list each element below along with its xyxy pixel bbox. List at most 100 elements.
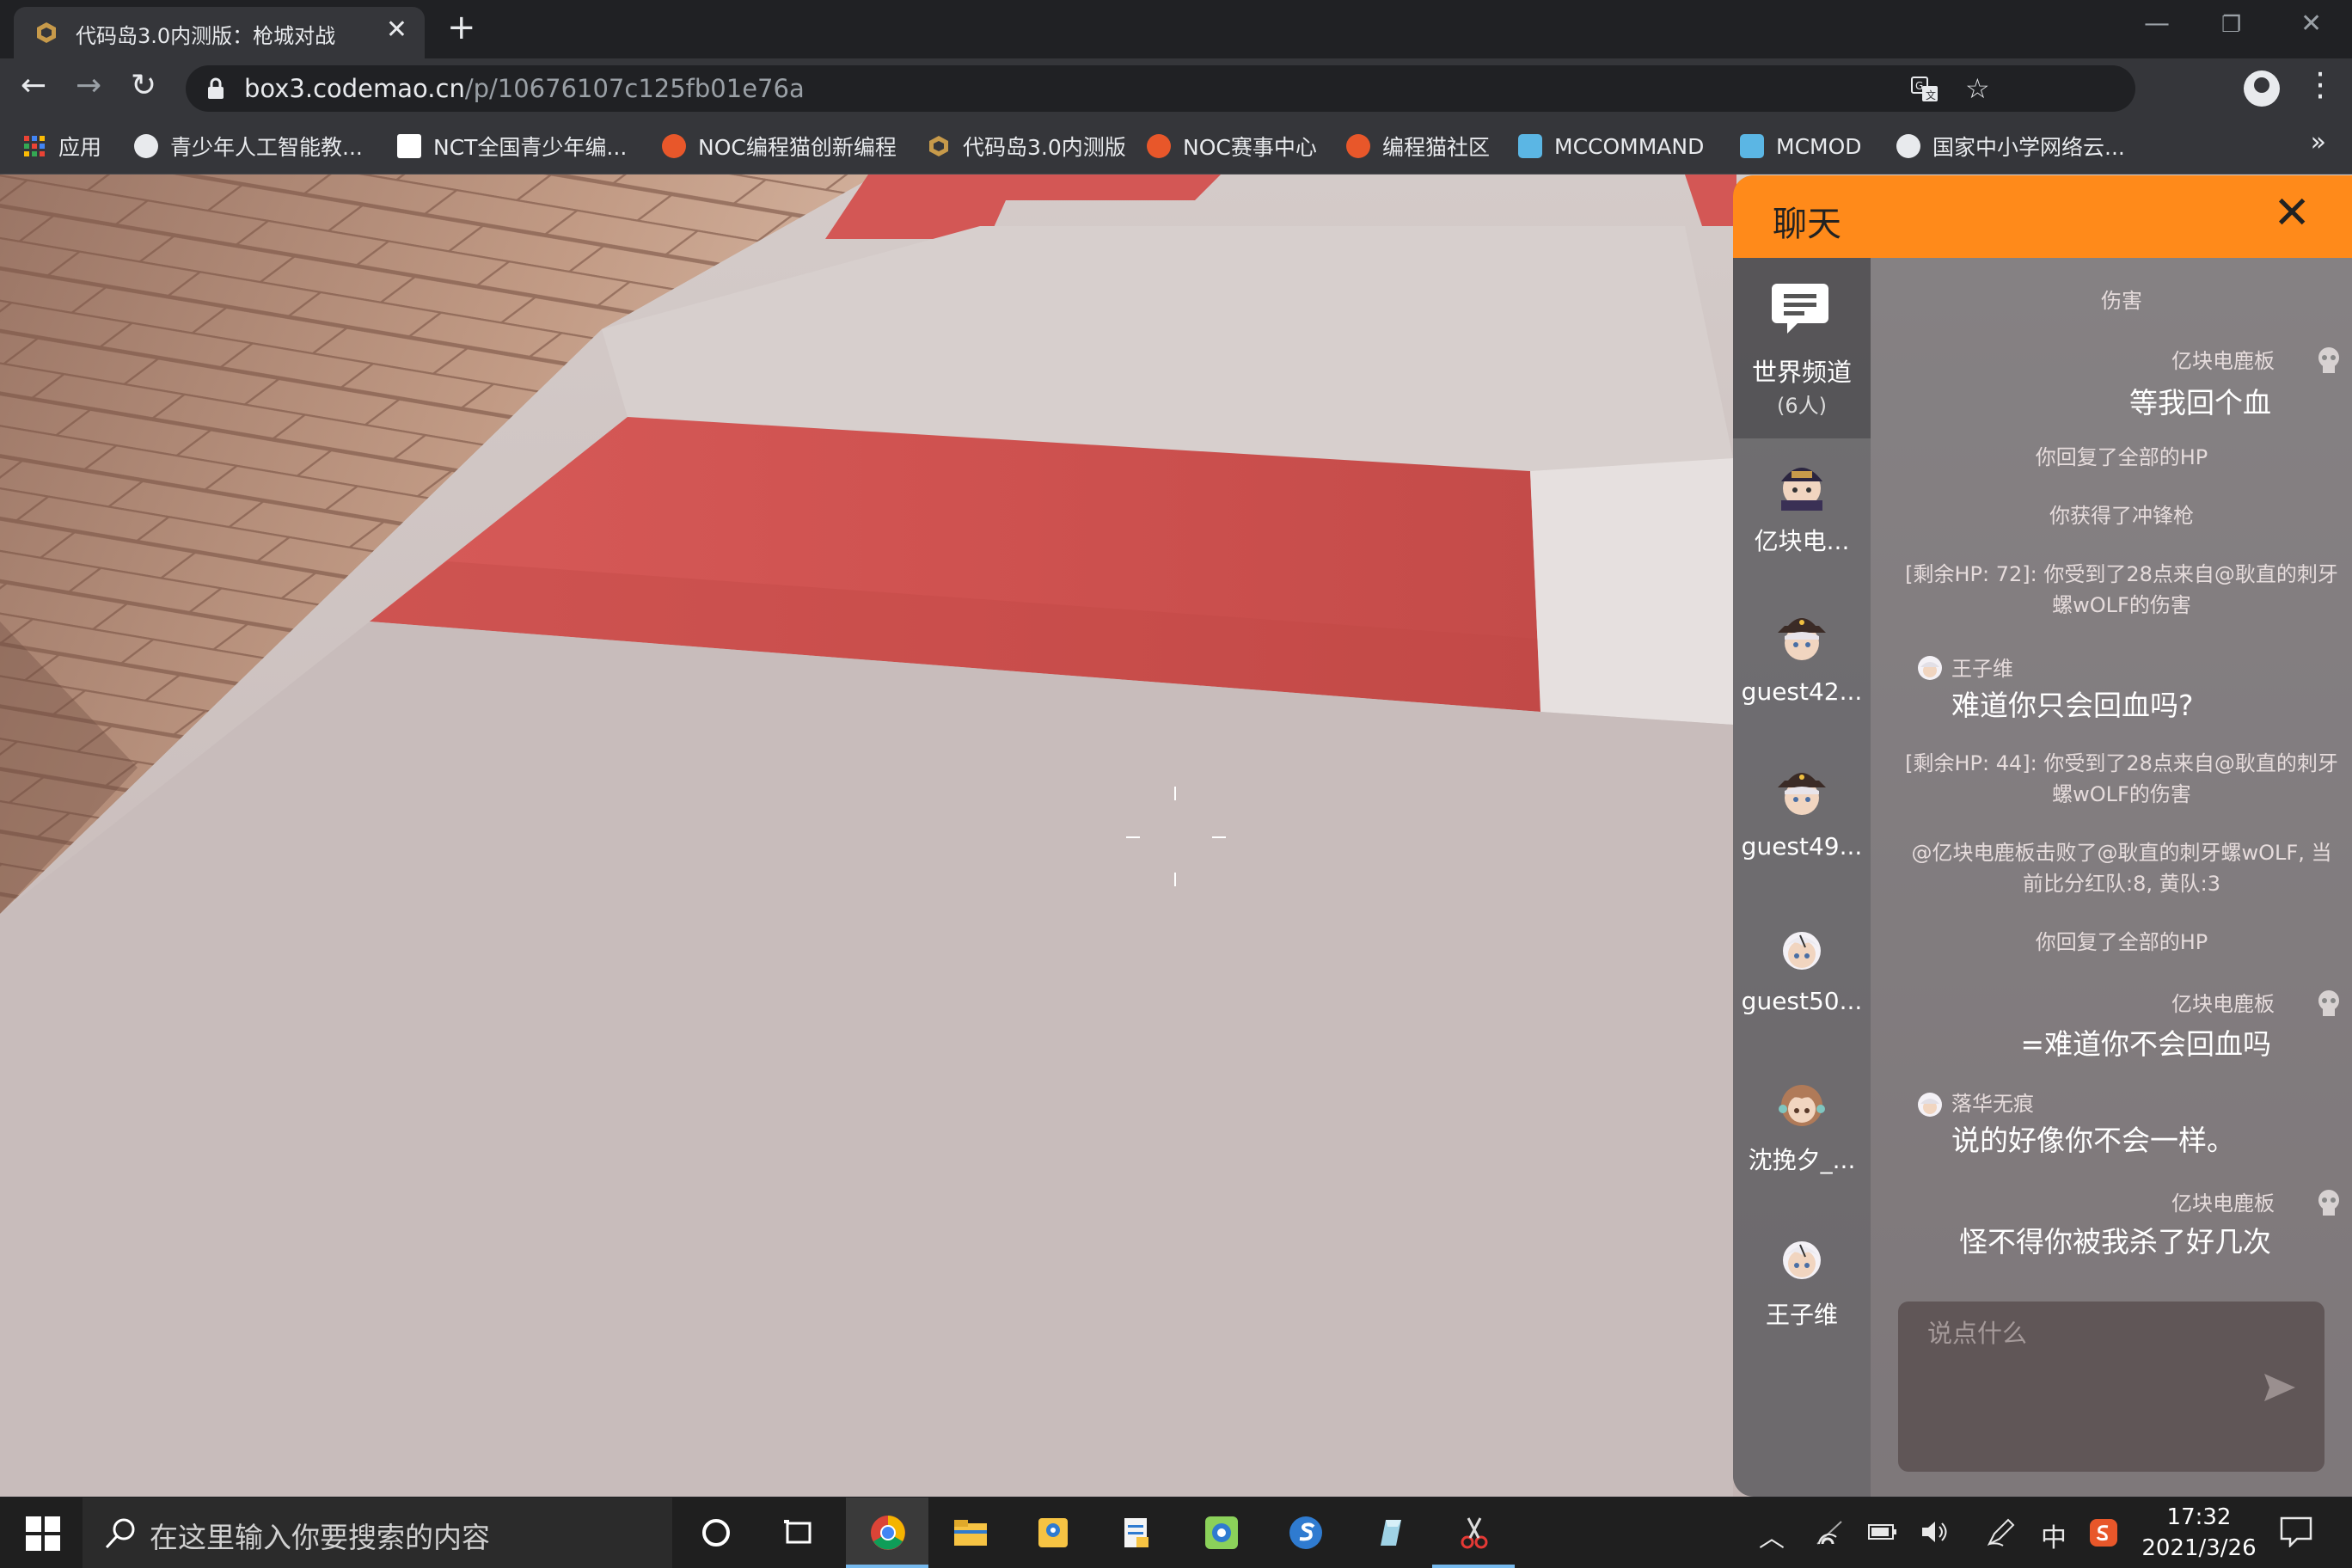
message-body: 难道你只会回血吗? [1951, 689, 2194, 722]
address-bar[interactable]: box3.codemao.cn/p/10676107c125fb01e76a G… [186, 65, 2135, 112]
system-message: [剩余HP: 72]: 你受到了28点来自@耿直的刺牙 [1905, 562, 2338, 586]
bookmark-apps[interactable]: 应用 [22, 131, 101, 162]
mc-icon [1740, 134, 1764, 158]
clock-time[interactable]: 17:32 [2139, 1504, 2259, 1530]
crosshair-icon [1174, 787, 1176, 800]
taskbar-sogou[interactable] [1264, 1498, 1346, 1568]
task-view-icon [784, 1520, 812, 1544]
member-item[interactable]: 沈挽夕_... [1733, 1075, 1871, 1212]
cortana-button[interactable] [674, 1498, 756, 1568]
white-hair-avatar-icon [1783, 1241, 1821, 1279]
window-close-icon[interactable]: ✕ [2300, 9, 2322, 39]
taskbar-search[interactable]: 在这里输入你要搜索的内容 [83, 1498, 672, 1568]
member-name: guest50... [1741, 987, 1863, 1015]
member-item[interactable]: 王子维 [1733, 1229, 1871, 1367]
bookmark-mccommand[interactable]: MCCOMMAND [1518, 131, 1704, 162]
wifi-icon[interactable] [1816, 1520, 1845, 1546]
taskbar-app-green[interactable] [1179, 1498, 1262, 1568]
system-message: 螺wOLF的伤害 [2052, 593, 2191, 617]
minimize-icon[interactable]: — [2144, 9, 2170, 39]
chat-title: 聊天 [1773, 205, 1841, 244]
member-item[interactable]: guest49... [1733, 765, 1871, 903]
scissors-icon [1461, 1517, 1488, 1549]
brown-hair-avatar-icon [1779, 1085, 1825, 1126]
star-icon[interactable]: ☆ [1965, 72, 1990, 105]
taskbar-app-glass[interactable] [1348, 1498, 1430, 1568]
battery-icon[interactable] [1867, 1522, 1898, 1542]
member-item[interactable]: guest42... [1733, 610, 1871, 748]
bookmarks-overflow-icon[interactable]: » [2311, 127, 2326, 157]
system-message: 你回复了全部的HP [2035, 930, 2208, 954]
bookmark-noc-codemao[interactable]: NOC编程猫创新编程 [662, 131, 897, 162]
menu-icon[interactable]: ⋮ [2304, 65, 2337, 103]
world-channel-tab[interactable]: 世界频道 (6人) [1733, 258, 1871, 438]
crosshair-icon [1212, 836, 1226, 838]
bookmark-ai-education[interactable]: 青少年人工智能教... [134, 131, 363, 162]
taskbar-app-maps[interactable] [1011, 1498, 1093, 1568]
back-icon[interactable]: ← [21, 69, 46, 103]
show-hidden-icons-icon[interactable]: ︿ [1759, 1516, 1785, 1554]
taskbar-app-document[interactable] [1093, 1498, 1176, 1568]
chat-input[interactable] [1898, 1302, 2324, 1472]
forward-icon[interactable]: → [76, 69, 101, 103]
task-view-button[interactable] [756, 1498, 839, 1568]
send-icon[interactable] [2263, 1372, 2297, 1403]
user-avatar-icon [1918, 656, 1942, 680]
cortana-icon [702, 1519, 730, 1547]
ime-indicator[interactable]: 中 [2041, 1516, 2067, 1554]
chat-panel: 聊天 ✕ 世界频道 (6人) 亿块电... guest42... guest49… [1733, 175, 2352, 1497]
bookmark-label: 国家中小学网络云... [1932, 135, 2125, 160]
restore-icon[interactable]: ❐ [2221, 12, 2241, 38]
bookmark-nct[interactable]: NCT全国青少年编... [397, 131, 627, 162]
tab-close-icon[interactable]: ✕ [386, 17, 407, 43]
pen-icon[interactable] [1986, 1516, 2017, 1547]
browser-toolbar: ← → ↻ box3.codemao.cn/p/10676107c125fb01… [0, 58, 2352, 119]
volume-icon[interactable] [1920, 1518, 1950, 1546]
bookmark-label: NOC赛事中心 [1183, 135, 1317, 160]
system-message: 你回复了全部的HP [2035, 445, 2208, 469]
reload-icon[interactable]: ↻ [131, 69, 156, 103]
chat-close-icon[interactable]: ✕ [2273, 189, 2311, 237]
bookmark-label: 代码岛3.0内测版 [963, 135, 1126, 160]
sogou-ime-icon[interactable] [2089, 1518, 2118, 1547]
taskbar-file-explorer[interactable] [928, 1498, 1011, 1568]
bookmark-label: 青少年人工智能教... [170, 135, 363, 160]
tab-strip: 代码岛3.0内测版：枪城对战 ✕ + — ❐ ✕ [0, 0, 2352, 58]
member-item[interactable]: guest50... [1733, 920, 1871, 1057]
document-icon [1124, 1518, 1148, 1547]
message-sender: 亿块电鹿板 [2171, 992, 2275, 1016]
bookmark-label: MCMOD [1776, 133, 1862, 159]
message-body: 等我回个血 [2129, 386, 2271, 420]
skull-icon [2318, 1190, 2339, 1216]
bookmarks-bar: 应用 青少年人工智能教... NCT全国青少年编... NOC编程猫创新编程 代… [0, 119, 2352, 175]
bookmark-noc-center[interactable]: NOC赛事中心 [1147, 131, 1317, 162]
member-name: 沈挽夕_... [1748, 1146, 1856, 1174]
taskbar-search-placeholder: 在这里输入你要搜索的内容 [150, 1521, 490, 1554]
active-tab[interactable]: 代码岛3.0内测版：枪城对战 ✕ [14, 7, 425, 58]
profile-avatar-icon[interactable] [2244, 70, 2280, 107]
bookmark-label: NOC编程猫创新编程 [698, 135, 897, 160]
bookmark-box3[interactable]: 代码岛3.0内测版 [927, 131, 1126, 162]
chat-member-rail: 世界频道 (6人) 亿块电... guest42... guest49... g… [1733, 258, 1871, 1497]
translate-icon[interactable]: G 文 [1910, 76, 1939, 103]
clock-date[interactable]: 2021/3/26 [2139, 1535, 2259, 1561]
chat-bubble-icon [1772, 284, 1828, 334]
message-sender: 亿块电鹿板 [2171, 1191, 2275, 1216]
taskbar-snipping-tool[interactable] [1432, 1498, 1515, 1568]
message-sender: 王子维 [1951, 657, 2013, 681]
codemao-icon [1346, 134, 1370, 158]
member-item[interactable]: 亿块电... [1733, 456, 1871, 593]
chat-message-list: 伤害 亿块电鹿板 等我回个血 你回复了全部的HP 你获得了冲锋枪 [剩余HP: … [1871, 258, 2352, 1461]
bookmark-national-cloud[interactable]: 国家中小学网络云... [1896, 131, 2125, 162]
chat-header: 聊天 ✕ [1733, 175, 2352, 258]
bookmark-label: 应用 [58, 135, 102, 160]
globe-icon [134, 134, 158, 158]
taskbar-chrome[interactable] [846, 1498, 928, 1568]
windows-start-icon[interactable] [26, 1516, 60, 1551]
notification-icon[interactable] [2280, 1516, 2312, 1547]
bookmark-label: NCT全国青少年编... [433, 135, 628, 160]
bookmark-codemao-community[interactable]: 编程猫社区 [1346, 131, 1490, 162]
system-message: 前比分红队:8, 黄队:3 [2023, 872, 2220, 896]
bookmark-mcmod[interactable]: MCMOD [1740, 131, 1862, 162]
new-tab-button[interactable]: + [447, 9, 476, 46]
